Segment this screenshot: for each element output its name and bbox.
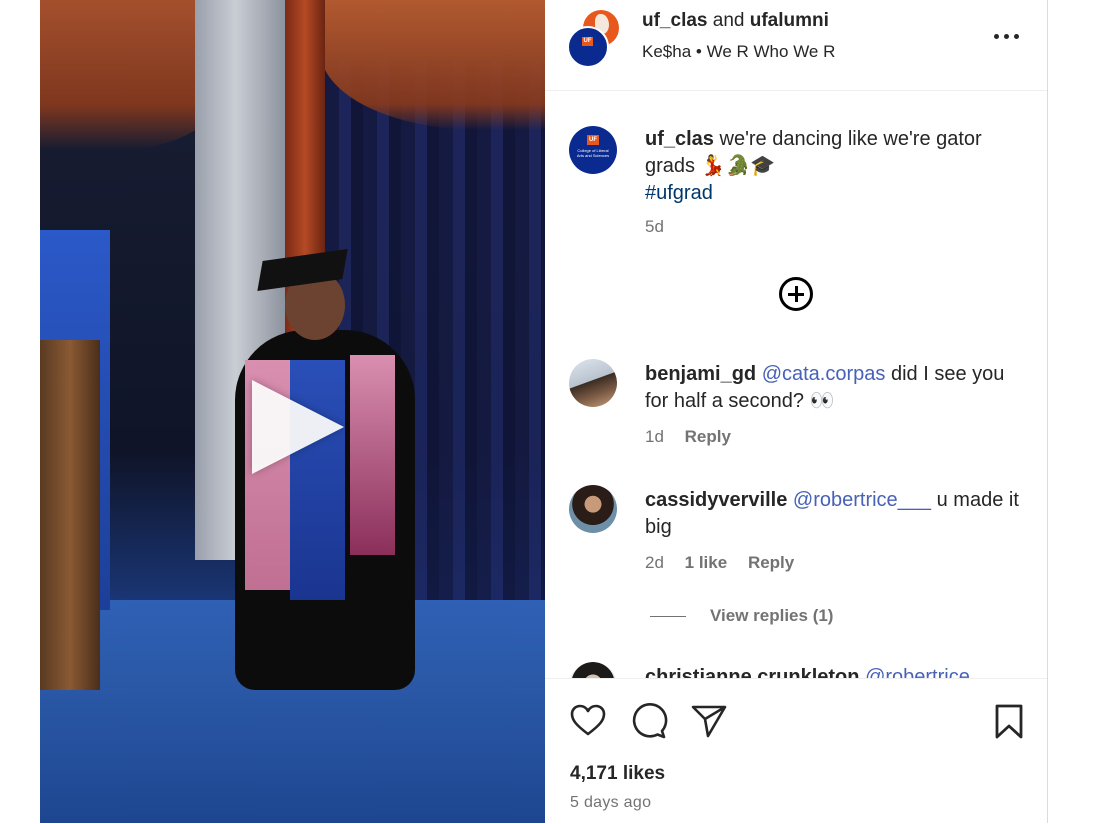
post-timestamp[interactable]: 5 days ago <box>570 794 651 812</box>
comment-likes[interactable]: 1 like <box>685 553 728 572</box>
save-bookmark-icon[interactable] <box>989 701 1029 741</box>
share-send-icon[interactable] <box>689 701 729 741</box>
audio-artist: Ke$ha <box>642 42 692 61</box>
post-caption: uf_clas we're dancing like we're gator g… <box>645 126 1015 207</box>
author-link-uf-clas[interactable]: uf_clas <box>642 10 707 31</box>
avatar-uf-clas: UF <box>567 26 609 68</box>
caption-avatar[interactable]: UF College of Liberal Arts and Sciences <box>569 126 617 174</box>
uf-logo: UF <box>587 135 599 145</box>
caption-username[interactable]: uf_clas <box>645 128 714 150</box>
uf-logo: UF <box>582 37 593 46</box>
comment-time[interactable]: 1d <box>645 427 664 446</box>
replies-divider <box>650 616 686 618</box>
play-icon[interactable] <box>252 380 344 474</box>
author-link-ufalumni[interactable]: ufalumni <box>750 10 829 31</box>
avatar-college-text: College of Liberal Arts and Sciences <box>576 148 610 158</box>
collab-avatars[interactable]: UF <box>567 10 622 68</box>
podium <box>40 340 100 690</box>
comment-meta: 2d 1 like Reply <box>645 553 810 573</box>
comment-mention[interactable]: @cata.corpas <box>762 363 886 385</box>
audio-separator: • <box>695 42 702 61</box>
more-options-icon[interactable] <box>993 26 1021 46</box>
view-replies-label: View replies (1) <box>710 606 834 625</box>
panel-border <box>1047 0 1048 823</box>
comment-username[interactable]: benjami_gd <box>645 363 756 385</box>
likes-count[interactable]: 4,171 likes <box>570 763 665 785</box>
author-joiner: and <box>712 10 745 31</box>
post-video[interactable] <box>40 0 545 823</box>
view-replies-button[interactable]: View replies (1) <box>650 606 833 626</box>
comment-time[interactable]: 2d <box>645 553 664 572</box>
caption-time[interactable]: 5d <box>645 217 664 237</box>
comment-meta: 1d Reply <box>645 427 747 447</box>
caption-hashtag[interactable]: #ufgrad <box>645 182 713 204</box>
post-authors: uf_clas and ufalumni <box>642 10 829 32</box>
reply-button[interactable]: Reply <box>685 427 731 446</box>
audio-title: We R Who We R <box>706 42 836 61</box>
reply-button[interactable]: Reply <box>748 553 794 572</box>
commenter-avatar[interactable] <box>569 485 617 533</box>
post-actions-footer: 4,171 likes 5 days ago <box>545 678 1048 824</box>
comment-text: benjami_gd @cata.corpas did I see you fo… <box>645 361 1025 415</box>
comment-text: cassidyverville @robertrice___ u made it… <box>645 487 1025 541</box>
comment-bubble-icon[interactable] <box>629 701 669 741</box>
post-panel: UF uf_clas and ufalumni Ke$ha • We R Who… <box>545 0 1048 824</box>
commenter-avatar[interactable] <box>569 359 617 407</box>
like-heart-icon[interactable] <box>568 701 608 741</box>
comment-username[interactable]: cassidyverville <box>645 489 787 511</box>
post-header: UF uf_clas and ufalumni Ke$ha • We R Who… <box>545 0 1048 91</box>
stole-right <box>350 355 395 555</box>
comment-mention[interactable]: @robertrice___ <box>793 489 931 511</box>
audio-link[interactable]: Ke$ha • We R Who We R <box>642 42 835 62</box>
load-more-comments-icon[interactable] <box>779 277 813 311</box>
